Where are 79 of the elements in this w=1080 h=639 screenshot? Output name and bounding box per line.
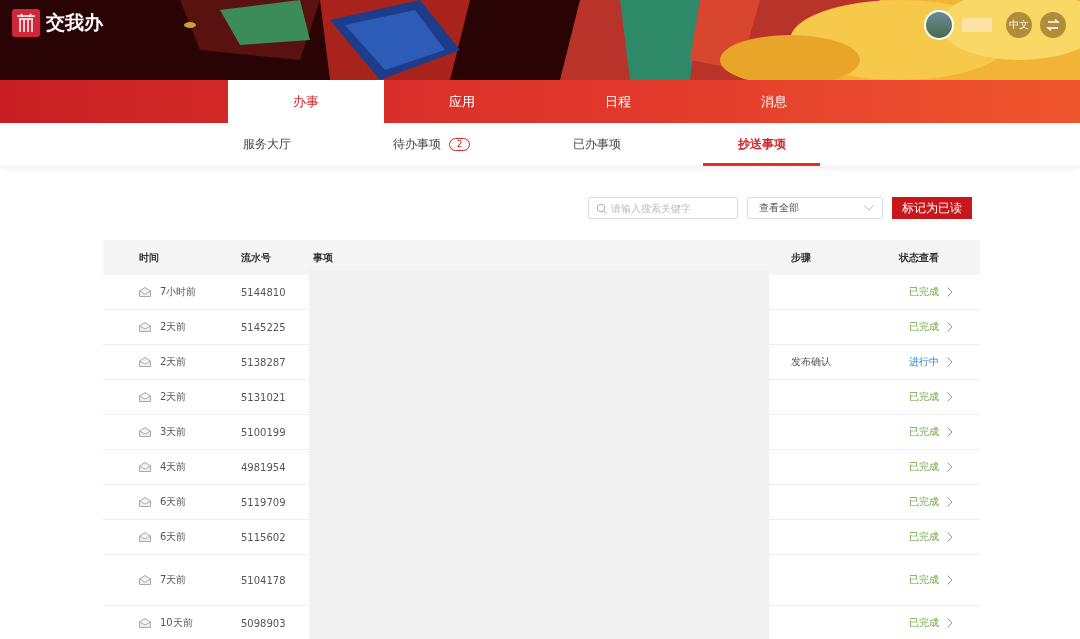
serial-cell-text: 5104178 [241, 574, 287, 586]
chevron-right-icon[interactable] [947, 287, 953, 297]
chevron-down-icon [864, 205, 874, 211]
chevron-right-icon[interactable] [947, 322, 953, 332]
sub-tab[interactable]: 已办事项 [538, 123, 655, 166]
column-header: 状态查看 [899, 250, 940, 265]
step-cell: 发布确认 [791, 355, 831, 369]
column-header: 步骤 [791, 250, 812, 265]
envelope-icon [139, 497, 151, 507]
status-link[interactable]: 已完成 [909, 573, 939, 587]
serial-cell-text: 5100199 [241, 426, 287, 438]
serial-cell-text: 5144810 [241, 286, 287, 298]
search-icon [596, 203, 607, 214]
time-cell: 6天前 [160, 530, 187, 544]
status-link[interactable]: 已完成 [909, 425, 939, 439]
chevron-right-icon[interactable] [947, 462, 953, 472]
envelope-icon [139, 427, 151, 437]
chevron-right-icon[interactable] [947, 392, 953, 402]
serial-cell-text: 4981954 [241, 461, 287, 473]
language-button[interactable]: 中文 [1006, 12, 1032, 38]
chevron-right-icon[interactable] [947, 532, 953, 542]
status-link[interactable]: 已完成 [909, 285, 939, 299]
envelope-icon [139, 462, 151, 472]
sub-tab-label: 待办事项 [392, 136, 441, 153]
main-tab[interactable]: 日程 [540, 80, 696, 123]
time-cell: 7小时前 [160, 285, 197, 299]
column-header: 时间 [138, 250, 160, 265]
status-link[interactable]: 已完成 [909, 495, 939, 509]
main-tab[interactable]: 消息 [696, 80, 852, 123]
sub-tab[interactable]: 服务大厅 [208, 123, 325, 166]
sub-tab[interactable]: 抄送事项 [703, 123, 820, 166]
serial-cell-text: 5138287 [241, 356, 287, 368]
sub-tab-label: 已办事项 [572, 136, 621, 153]
status-link[interactable]: 已完成 [909, 320, 939, 334]
serial-cell-text: 5098903 [241, 617, 287, 629]
time-cell: 2天前 [160, 355, 187, 369]
time-cell: 2天前 [160, 320, 187, 334]
serial-cell-text: 5145225 [241, 321, 287, 333]
switch-button[interactable] [1040, 12, 1066, 38]
search-field[interactable]: 请输入搜索关键字 [588, 197, 738, 219]
swap-icon [1046, 18, 1060, 32]
sub-tab[interactable]: 待办事项 2 [373, 123, 490, 166]
chevron-right-icon[interactable] [947, 618, 953, 628]
main-tab[interactable]: 办事 [228, 80, 384, 123]
status-link[interactable]: 进行中 [909, 355, 939, 369]
sub-tab-label: 抄送事项 [737, 136, 786, 153]
chevron-right-icon[interactable] [947, 357, 953, 367]
column-header: 事项 [313, 250, 334, 265]
chevron-right-icon[interactable] [947, 575, 953, 585]
envelope-icon [139, 575, 151, 585]
mark-as-read-button[interactable]: 标记为已读 [892, 197, 972, 219]
time-cell: 4天前 [160, 460, 187, 474]
gate-logo-icon [12, 9, 40, 37]
time-cell: 6天前 [160, 495, 187, 509]
status-link[interactable]: 已完成 [909, 460, 939, 474]
envelope-icon [139, 322, 151, 332]
envelope-icon [139, 287, 151, 297]
serial-cell-text: 5119709 [241, 496, 287, 508]
serial-cell-text: 5131021 [241, 391, 287, 403]
app-name: 交我办 [46, 10, 103, 35]
time-cell: 2天前 [160, 390, 187, 404]
time-cell: 7天前 [160, 573, 187, 587]
envelope-icon [139, 532, 151, 542]
sub-tab-label: 服务大厅 [242, 136, 291, 153]
serial-cell-text: 5115602 [241, 531, 287, 543]
status-link[interactable]: 已完成 [909, 390, 939, 404]
status-link[interactable]: 已完成 [909, 530, 939, 544]
envelope-icon [139, 618, 151, 628]
time-cell: 3天前 [160, 425, 187, 439]
main-tab[interactable]: 应用 [384, 80, 540, 123]
filter-dropdown[interactable]: 查看全部 [747, 197, 883, 219]
chevron-right-icon[interactable] [947, 427, 953, 437]
column-header: 流水号 [241, 250, 272, 265]
chevron-right-icon[interactable] [947, 497, 953, 507]
envelope-icon [139, 392, 151, 402]
time-cell: 10天前 [160, 616, 193, 630]
status-link[interactable]: 已完成 [909, 616, 939, 630]
envelope-icon [139, 357, 151, 367]
blurred-user-name [962, 18, 992, 32]
